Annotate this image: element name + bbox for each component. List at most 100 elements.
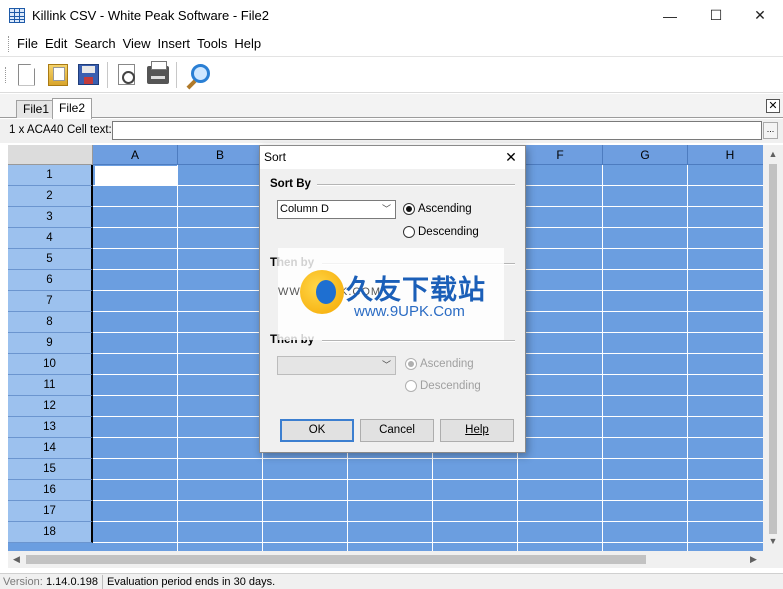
print-preview-button[interactable] bbox=[111, 60, 142, 90]
vertical-scroll-thumb[interactable] bbox=[769, 164, 777, 534]
sort-by-descending-label: Descending bbox=[418, 226, 479, 238]
column-header[interactable]: A bbox=[93, 145, 178, 165]
close-window-button[interactable]: ✕ bbox=[737, 0, 783, 31]
tab-file2[interactable]: File2 bbox=[52, 98, 93, 119]
menu-tools[interactable]: Tools bbox=[194, 36, 230, 51]
row-header[interactable]: 17 bbox=[8, 501, 93, 522]
column-header[interactable]: F bbox=[518, 145, 603, 165]
horizontal-scrollbar[interactable]: ◀ ▶ bbox=[8, 551, 763, 568]
tab-file1[interactable]: File1 bbox=[16, 100, 57, 118]
radio-unchecked-icon bbox=[405, 380, 417, 392]
menu-bar: File Edit Search View Insert Tools Help bbox=[0, 31, 783, 57]
scroll-up-icon[interactable]: ▲ bbox=[763, 146, 783, 163]
sort-by-column-select[interactable]: Column D ﹀ bbox=[277, 200, 396, 219]
close-tab-button[interactable]: ✕ bbox=[766, 99, 780, 113]
print-preview-icon bbox=[118, 64, 135, 85]
status-bar: Version: 1.14.0.198 Evaluation period en… bbox=[0, 573, 783, 589]
cell-text-expand-button[interactable]: ... bbox=[763, 122, 778, 139]
row-header[interactable]: 8 bbox=[8, 312, 93, 333]
open-file-icon bbox=[47, 63, 68, 86]
title-bar: Killink CSV - White Peak Software - File… bbox=[0, 0, 783, 31]
column-header[interactable]: B bbox=[178, 145, 263, 165]
cancel-button[interactable]: Cancel bbox=[360, 419, 434, 442]
menu-view[interactable]: View bbox=[120, 36, 154, 51]
row-header[interactable]: 14 bbox=[8, 438, 93, 459]
sort-by-ascending-label: Ascending bbox=[418, 203, 472, 215]
sort-by-label: Sort By bbox=[270, 178, 311, 190]
active-cell[interactable] bbox=[95, 166, 178, 186]
radio-checked-icon bbox=[405, 358, 417, 370]
open-file-button[interactable] bbox=[42, 60, 73, 90]
row-header[interactable]: 18 bbox=[8, 522, 93, 543]
maximize-button[interactable]: ☐ bbox=[693, 0, 739, 31]
toolbar-separator bbox=[107, 61, 108, 88]
chevron-down-icon: ﹀ bbox=[381, 204, 391, 214]
row-header[interactable]: 12 bbox=[8, 396, 93, 417]
column-header[interactable]: G bbox=[603, 145, 688, 165]
menu-insert[interactable]: Insert bbox=[155, 36, 194, 51]
then-by-2-descending-label: Descending bbox=[420, 380, 481, 392]
menu-help[interactable]: Help bbox=[231, 36, 264, 51]
radio-checked-icon bbox=[403, 203, 415, 215]
toolbar-grip bbox=[5, 66, 8, 83]
chevron-down-icon: ﹀ bbox=[381, 360, 391, 370]
scroll-down-icon[interactable]: ▼ bbox=[763, 533, 783, 550]
sort-by-divider bbox=[317, 184, 515, 186]
row-header[interactable]: 3 bbox=[8, 207, 93, 228]
scroll-left-icon[interactable]: ◀ bbox=[8, 551, 25, 568]
row-header[interactable]: 4 bbox=[8, 228, 93, 249]
row-header[interactable]: 15 bbox=[8, 459, 93, 480]
dialog-title: Sort bbox=[264, 150, 287, 164]
save-button[interactable] bbox=[73, 60, 104, 90]
cell-text-input[interactable] bbox=[112, 121, 762, 140]
sort-by-ascending-radio[interactable]: Ascending bbox=[403, 203, 472, 215]
print-button[interactable] bbox=[142, 60, 173, 90]
window-title: Killink CSV - White Peak Software - File… bbox=[32, 8, 269, 23]
row-header[interactable]: 2 bbox=[8, 186, 93, 207]
then-by-2-ascending-label: Ascending bbox=[420, 358, 474, 370]
file-tab-bar: File1 File2 bbox=[0, 94, 783, 119]
then-by-2-descending-radio[interactable]: Descending bbox=[405, 380, 481, 392]
app-grid-icon bbox=[9, 8, 25, 23]
row-header[interactable]: 7 bbox=[8, 291, 93, 312]
version-number: 1.14.0.198 bbox=[46, 576, 98, 588]
column-header[interactable]: H bbox=[688, 145, 763, 165]
find-icon bbox=[185, 63, 210, 86]
scroll-right-icon[interactable]: ▶ bbox=[745, 551, 762, 568]
then-by-2-ascending-radio[interactable]: Ascending bbox=[405, 358, 474, 370]
row-header[interactable]: 10 bbox=[8, 354, 93, 375]
row-header[interactable]: 16 bbox=[8, 480, 93, 501]
cell-bar: 1 x ACA40 Cell text: ... bbox=[0, 119, 783, 143]
row-header[interactable]: 5 bbox=[8, 249, 93, 270]
row-header[interactable]: 1 bbox=[8, 165, 93, 186]
menu-search[interactable]: Search bbox=[71, 36, 118, 51]
watermark: WWW.9UPK.COM 久友下载站 www.9UPK.Com bbox=[278, 248, 504, 340]
row-header[interactable]: 13 bbox=[8, 417, 93, 438]
dialog-close-icon[interactable]: ✕ bbox=[501, 148, 521, 166]
new-file-button[interactable] bbox=[11, 60, 42, 90]
ok-button[interactable]: OK bbox=[280, 419, 354, 442]
sort-by-column-value: Column D bbox=[280, 203, 329, 215]
menubar-grip bbox=[8, 35, 11, 52]
save-icon bbox=[78, 64, 99, 85]
new-file-icon bbox=[18, 63, 35, 86]
row-header[interactable]: 9 bbox=[8, 333, 93, 354]
watermark-url: www.9UPK.Com bbox=[354, 303, 465, 320]
select-all-corner[interactable] bbox=[8, 145, 93, 165]
vertical-scrollbar[interactable]: ▲ ▼ bbox=[763, 145, 783, 551]
row-header[interactable]: 11 bbox=[8, 375, 93, 396]
minimize-button[interactable]: — bbox=[647, 0, 693, 31]
menu-edit[interactable]: Edit bbox=[42, 36, 70, 51]
watermark-site-name: 久友下载站 bbox=[346, 275, 486, 306]
row-header[interactable]: 6 bbox=[8, 270, 93, 291]
cell-reference: 1 x ACA40 bbox=[9, 124, 64, 136]
find-button[interactable] bbox=[180, 60, 211, 90]
dialog-title-bar: Sort ✕ bbox=[260, 146, 525, 169]
horizontal-scroll-thumb[interactable] bbox=[26, 555, 646, 564]
evaluation-message: Evaluation period ends in 30 days. bbox=[107, 576, 276, 588]
help-button[interactable]: Help bbox=[440, 419, 514, 442]
print-icon bbox=[146, 60, 169, 84]
sort-by-descending-radio[interactable]: Descending bbox=[403, 226, 479, 238]
then-by-2-column-select[interactable]: ﹀ bbox=[277, 356, 396, 375]
menu-file[interactable]: File bbox=[14, 36, 41, 51]
